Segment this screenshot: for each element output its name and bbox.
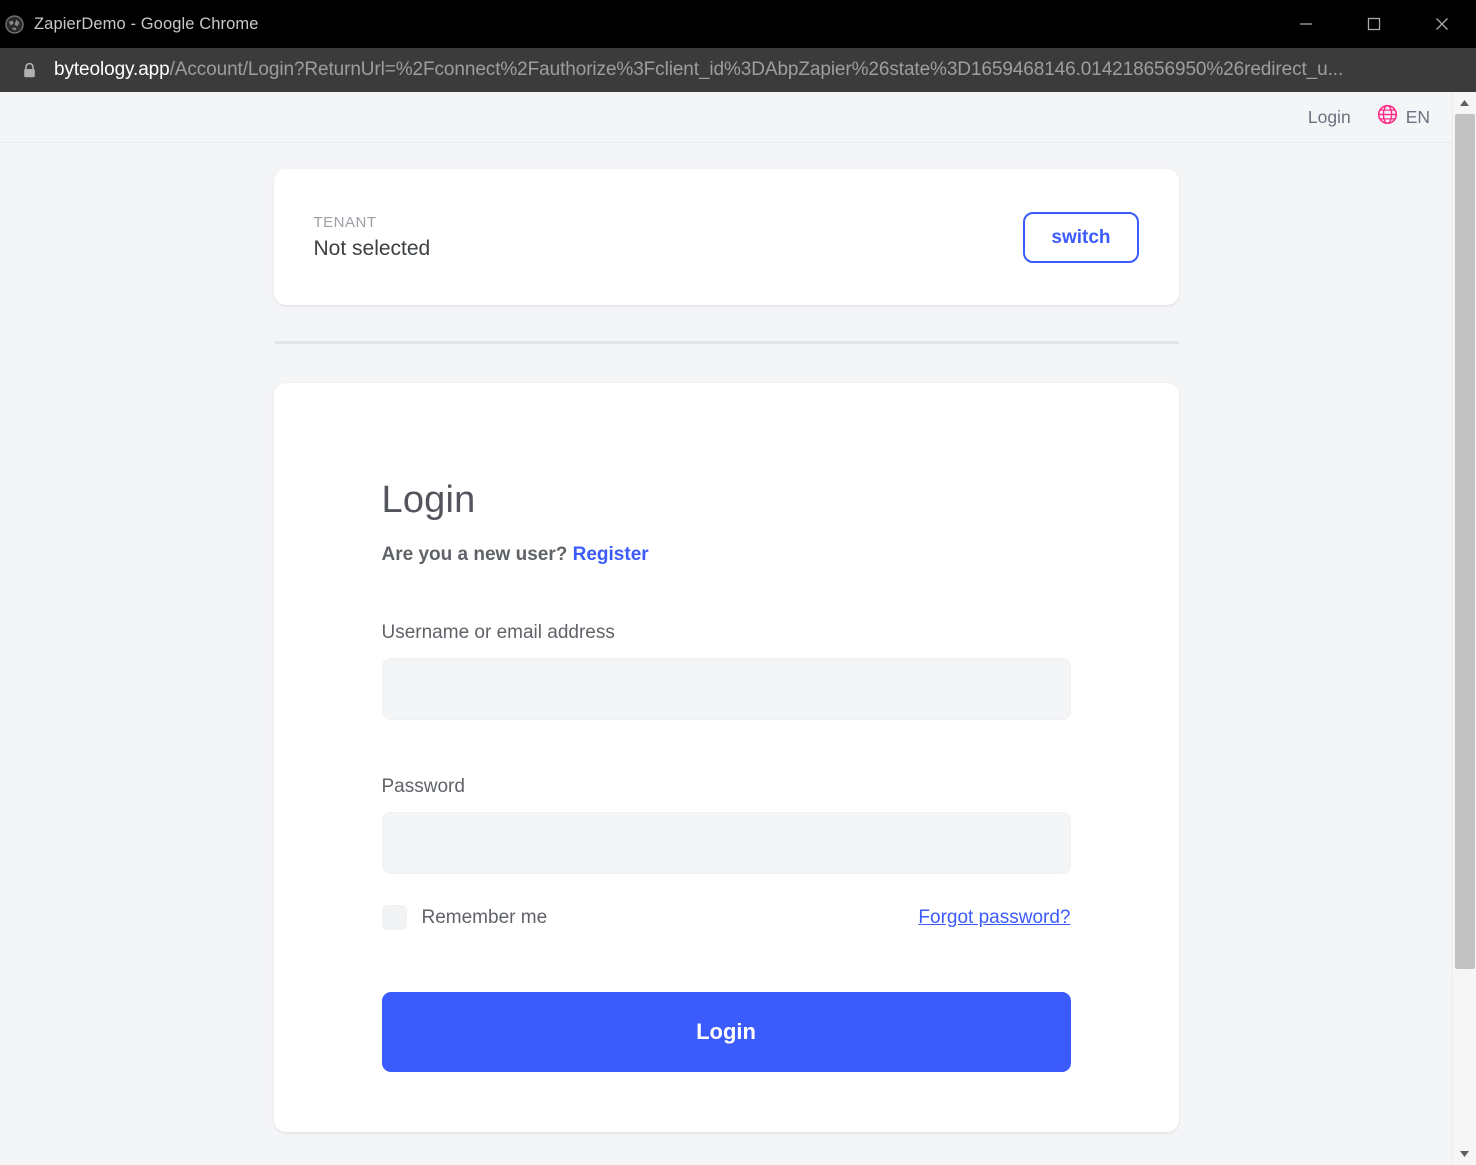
page-scrollbar[interactable] [1452, 92, 1476, 1165]
tenant-switch-button[interactable]: switch [1023, 211, 1139, 263]
window-controls [1272, 0, 1476, 48]
username-input[interactable] [381, 658, 1071, 720]
minimize-button[interactable] [1272, 0, 1340, 48]
browser-window: ZapierDemo - Google Chrome byteology.app… [0, 0, 1476, 1165]
tenant-value: Not selected [313, 236, 431, 260]
web-page: Login EN TENANT Not selected switch Logi… [0, 92, 1452, 1165]
remember-me-label: Remember me [421, 906, 548, 928]
scrollbar-track[interactable] [1453, 114, 1476, 1143]
scrollbar-thumb[interactable] [1454, 114, 1475, 969]
language-label: EN [1405, 106, 1430, 127]
username-label: Username or email address [381, 622, 615, 643]
tenant-card: TENANT Not selected switch [273, 169, 1179, 305]
scroll-up-arrow-icon[interactable] [1453, 92, 1476, 114]
password-field-group: Password [381, 776, 1071, 874]
maximize-button[interactable] [1340, 0, 1408, 48]
url-domain: byteology.app [54, 59, 170, 80]
new-user-text: Are you a new user? [381, 544, 568, 565]
tenant-info: TENANT Not selected [314, 214, 431, 261]
window-title: ZapierDemo - Google Chrome [34, 14, 259, 33]
page-container: TENANT Not selected switch Login Are you… [273, 143, 1179, 1132]
browser-titlebar: ZapierDemo - Google Chrome [0, 0, 1476, 48]
url-path: /Account/Login?ReturnUrl=%2Fconnect%2Fau… [169, 59, 1344, 80]
page-viewport: Login EN TENANT Not selected switch Logi… [0, 92, 1476, 1165]
new-user-prompt: Are you a new user? Register [382, 544, 1071, 566]
page-title: Login [381, 479, 476, 521]
register-link[interactable]: Register [573, 544, 649, 565]
password-label: Password [381, 776, 465, 797]
close-button[interactable] [1408, 0, 1476, 48]
lock-icon[interactable] [20, 61, 38, 79]
browser-address-bar[interactable]: byteology.app/Account/Login?ReturnUrl=%2… [0, 48, 1476, 92]
login-card: Login Are you a new user? Register Usern… [273, 383, 1179, 1132]
login-submit-button[interactable]: Login [381, 992, 1071, 1072]
remember-me-checkbox[interactable] [381, 905, 407, 930]
username-field-group: Username or email address [381, 622, 1071, 720]
tenant-label: TENANT [313, 213, 377, 231]
url-display[interactable]: byteology.app/Account/Login?ReturnUrl=%2… [54, 59, 1343, 81]
language-switcher[interactable]: EN [1377, 104, 1430, 130]
password-input[interactable] [381, 812, 1071, 874]
remember-me-wrapper[interactable]: Remember me [381, 905, 548, 930]
site-top-nav: Login EN [0, 92, 1452, 143]
login-options-row: Remember me Forgot password? [381, 905, 1071, 930]
nav-login-link[interactable]: Login [1308, 107, 1351, 128]
section-divider [273, 341, 1179, 344]
scroll-down-arrow-icon[interactable] [1453, 1143, 1476, 1165]
forgot-password-link[interactable]: Forgot password? [918, 907, 1070, 929]
globe-icon [1377, 104, 1398, 130]
globe-favicon-icon [4, 14, 24, 34]
